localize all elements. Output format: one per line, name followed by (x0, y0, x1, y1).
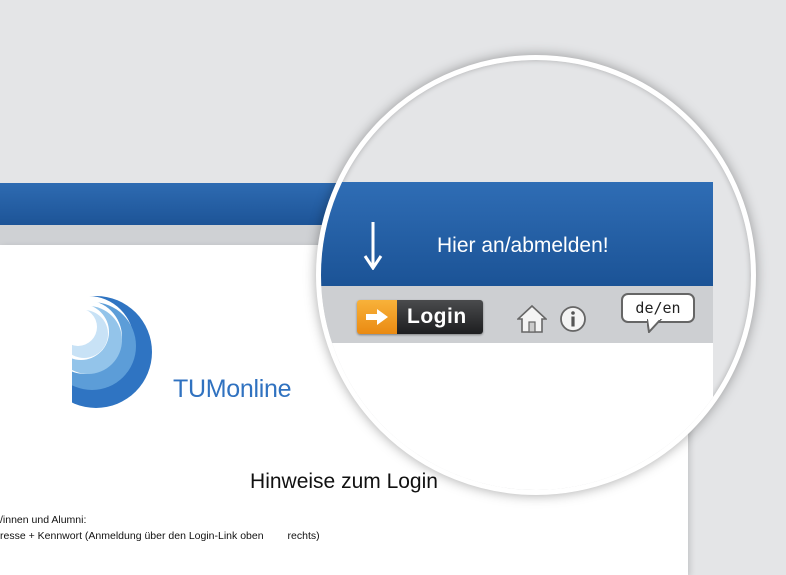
login-button[interactable]: Login (357, 300, 483, 334)
info-text-line-2-part-b: rechts) (287, 530, 320, 542)
magnifier-lens: Hier an/abmelden! Login de/en (316, 55, 756, 495)
magnified-page-area (321, 343, 713, 490)
tumonline-logo (36, 290, 152, 410)
brand-name: TUMonline (173, 375, 292, 403)
info-text-line-2: resse + Kennwort (Anmeldung über den Log… (0, 530, 320, 542)
info-text-line-2-part-a: resse + Kennwort (Anmeldung über den Log… (0, 530, 264, 542)
language-toggle-icon[interactable]: de/en (621, 293, 695, 337)
info-icon[interactable] (559, 305, 587, 333)
login-arrow-icon (357, 300, 397, 334)
login-button-label: Login (397, 300, 483, 334)
home-icon[interactable] (517, 304, 547, 334)
login-hint-text: Hier an/abmelden! (437, 234, 609, 257)
down-arrow-icon (363, 222, 383, 270)
info-text-line-1: /innen und Alumni: (0, 514, 87, 526)
